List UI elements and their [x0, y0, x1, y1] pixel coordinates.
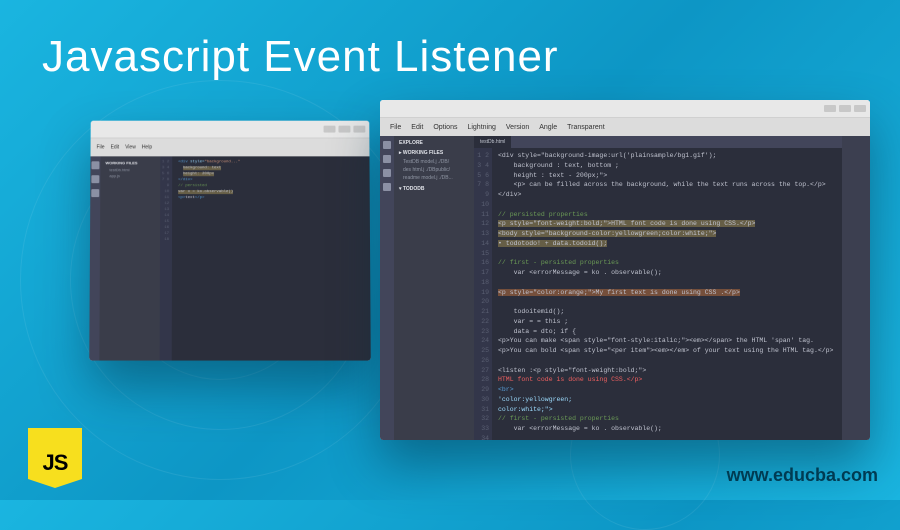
- search-icon[interactable]: [91, 175, 99, 183]
- titlebar: [380, 100, 870, 118]
- sidebar-item[interactable]: TestDB model.j ./DB/: [399, 158, 469, 166]
- activity-bar: [380, 136, 394, 440]
- code-content[interactable]: <div style="background-image:url('plains…: [492, 148, 839, 440]
- sidebar-header[interactable]: ▾ TODODB: [399, 186, 469, 192]
- menu-item[interactable]: File: [390, 124, 401, 131]
- menu-item[interactable]: Transparent: [567, 124, 604, 131]
- sidebar-item[interactable]: des html.j ./DBpublic/: [399, 166, 469, 174]
- code-editor-window-front: File Edit Options Lightning Version Angl…: [380, 100, 870, 440]
- git-icon[interactable]: [383, 169, 391, 177]
- minimize-icon[interactable]: [324, 126, 336, 133]
- maximize-icon[interactable]: [839, 105, 851, 112]
- page-title: Javascript Event Listener: [42, 32, 559, 82]
- code-content[interactable]: <div style="background..." background: t…: [172, 156, 247, 360]
- sidebar-header: EXPLORE: [399, 140, 469, 146]
- line-gutter: 1 2 3 4 5 6 7 8 9 10 11 12 13 14 15 16 1…: [474, 148, 492, 440]
- logo-text: JS: [43, 450, 68, 476]
- code-editor-window-back: File Edit View Help WORKING FILES testDb…: [89, 121, 370, 361]
- menu-item[interactable]: Version: [506, 124, 529, 131]
- sidebar-item[interactable]: app.js: [105, 174, 155, 180]
- menu-item[interactable]: Edit: [111, 144, 120, 150]
- maximize-icon[interactable]: [338, 126, 350, 133]
- menu-item[interactable]: Edit: [411, 124, 423, 131]
- menu-item[interactable]: File: [97, 144, 105, 150]
- git-icon[interactable]: [91, 189, 99, 197]
- tab-bar: testDb.html: [474, 136, 842, 148]
- minimap[interactable]: [842, 136, 870, 440]
- javascript-logo: JS: [28, 428, 82, 488]
- sidebar-header[interactable]: ▸ WORKING FILES: [399, 150, 469, 156]
- close-icon[interactable]: [854, 105, 866, 112]
- line-gutter: 1 2 3 4 5 6 7 8 9 10 11 12 13 14 15 16 1…: [160, 156, 173, 360]
- menubar: File Edit View Help: [91, 139, 370, 157]
- sidebar-header: WORKING FILES: [105, 160, 155, 165]
- menu-item[interactable]: Lightning: [467, 124, 495, 131]
- website-url: www.educba.com: [727, 465, 878, 486]
- close-icon[interactable]: [353, 126, 365, 133]
- sidebar: EXPLORE ▸ WORKING FILES TestDB model.j .…: [394, 136, 474, 440]
- menu-item[interactable]: View: [125, 144, 136, 150]
- menu-item[interactable]: Angle: [539, 124, 557, 131]
- menu-item[interactable]: Options: [433, 124, 457, 131]
- menu-item[interactable]: Help: [142, 144, 152, 150]
- debug-icon[interactable]: [383, 183, 391, 191]
- files-icon[interactable]: [383, 141, 391, 149]
- files-icon[interactable]: [91, 161, 99, 169]
- editor-tab[interactable]: testDb.html: [474, 136, 511, 148]
- search-icon[interactable]: [383, 155, 391, 163]
- menubar: File Edit Options Lightning Version Angl…: [380, 118, 870, 136]
- titlebar: [91, 121, 370, 139]
- sidebar-item[interactable]: readme model.j ./DB...: [399, 174, 469, 182]
- sidebar: WORKING FILES testDb.html app.js: [99, 156, 160, 360]
- minimize-icon[interactable]: [824, 105, 836, 112]
